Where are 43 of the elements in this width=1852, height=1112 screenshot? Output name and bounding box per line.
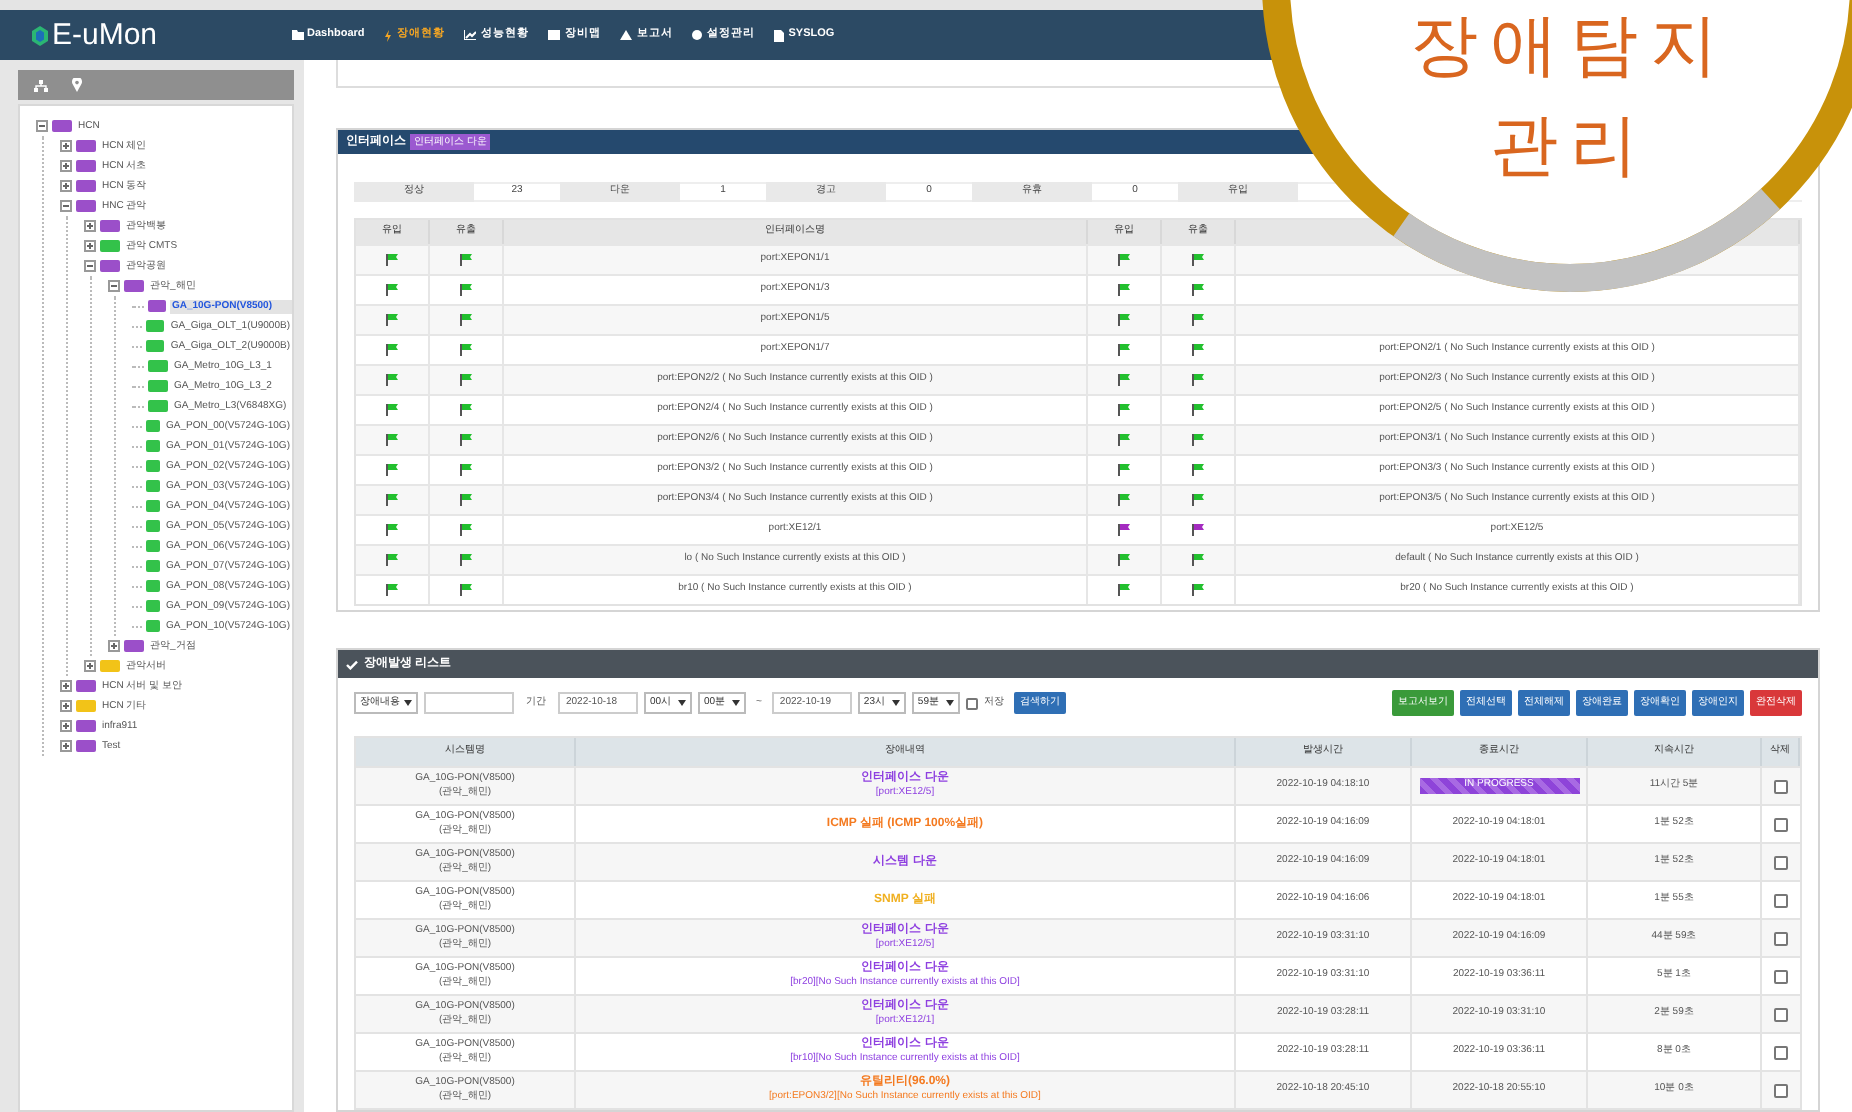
- expand-icon[interactable]: [84, 240, 96, 252]
- delete-checkbox[interactable]: [1774, 817, 1788, 831]
- delete-checkbox[interactable]: [1774, 1007, 1788, 1021]
- expand-icon[interactable]: [60, 720, 72, 732]
- checkbox[interactable]: [965, 697, 978, 709]
- delete-checkbox[interactable]: [1774, 855, 1788, 869]
- expand-icon[interactable]: [60, 140, 72, 152]
- bolt-icon: [384, 29, 393, 41]
- expand-icon[interactable]: [60, 700, 72, 712]
- folder-icon: [291, 30, 304, 40]
- delete-checkbox[interactable]: [1774, 1083, 1788, 1097]
- chart-icon: [464, 30, 477, 40]
- caret-icon: [945, 700, 954, 706]
- check-icon: [346, 659, 358, 669]
- delete-checkbox[interactable]: [1774, 893, 1788, 907]
- pin-icon[interactable]: [72, 78, 82, 92]
- hierarchy-icon[interactable]: [34, 79, 48, 91]
- expand-icon[interactable]: [60, 180, 72, 192]
- delete-checkbox[interactable]: [1774, 779, 1788, 793]
- logo-text: E-uMon: [52, 20, 158, 50]
- delete-checkbox[interactable]: [1774, 1045, 1788, 1059]
- expand-icon[interactable]: [60, 740, 72, 752]
- delete-checkbox[interactable]: [1774, 931, 1788, 945]
- caret-icon: [891, 700, 900, 706]
- expand-icon[interactable]: [60, 680, 72, 692]
- collapse-icon[interactable]: [60, 200, 72, 212]
- expand-icon[interactable]: [84, 220, 96, 232]
- delete-checkbox[interactable]: [1774, 969, 1788, 983]
- document-icon: [774, 29, 785, 41]
- callout-text: 장애탐지: [1410, 8, 1730, 84]
- caret-icon: [732, 700, 740, 706]
- collapse-icon[interactable]: [36, 120, 48, 132]
- expand-icon[interactable]: [108, 640, 120, 652]
- collapse-icon[interactable]: [108, 280, 120, 292]
- input-field[interactable]: [424, 692, 514, 714]
- warning-icon: [620, 30, 633, 40]
- expand-icon[interactable]: [84, 660, 96, 672]
- callout-text: 관리: [1490, 108, 1650, 184]
- logo-icon: [32, 25, 48, 45]
- caret-icon: [678, 700, 686, 706]
- expand-icon[interactable]: [60, 160, 72, 172]
- collapse-icon[interactable]: [84, 260, 96, 272]
- caret-icon: [404, 700, 412, 706]
